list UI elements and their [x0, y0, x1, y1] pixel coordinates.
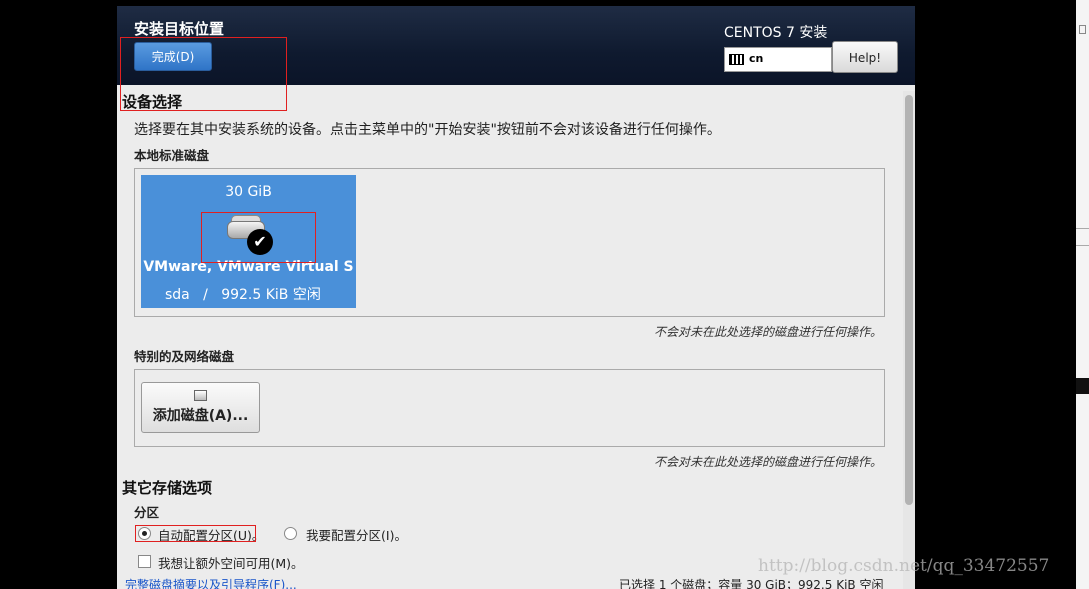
watermark-text: http://blog.csdn.net/qq_33472557: [758, 556, 1050, 576]
product-title: CENTOS 7 安装: [724, 25, 828, 41]
disk-device: sda: [165, 287, 190, 303]
window-edge-icon: [1079, 25, 1086, 34]
disk-free-info: sda / 992.5 KiB 空闲: [165, 284, 321, 304]
vertical-scrollbar[interactable]: [903, 91, 915, 589]
keyboard-layout-indicator[interactable]: cn: [724, 47, 832, 72]
local-disks-title: 本地标准磁盘: [134, 148, 210, 163]
scrollbar-thumb[interactable]: [905, 95, 913, 505]
section-title-other-storage: 其它存储选项: [122, 479, 213, 497]
add-disk-icon: [194, 390, 207, 401]
keyboard-layout-label: cn: [749, 52, 764, 65]
window-edge-marker: [1076, 378, 1089, 394]
installation-destination-window: 安装目标位置 完成(D) CENTOS 7 安装 cn Help! 设备选择 选…: [117, 6, 915, 589]
disk-size: 30 GiB: [225, 184, 272, 200]
extra-space-checkbox[interactable]: [138, 555, 151, 568]
section-title-device-selection: 设备选择: [122, 93, 183, 111]
radio-manual-partition-label[interactable]: 我要配置分区(I)。: [306, 525, 407, 544]
special-disks-note: 不会对未在此处选择的磁盘进行任何操作。: [653, 455, 882, 469]
page-title: 安装目标位置: [134, 20, 225, 38]
partition-title: 分区: [134, 505, 160, 520]
add-disk-label: 添加磁盘(A)...: [152, 408, 249, 424]
selection-summary: 已选择 1 个磁盘；容量 30 GiB；992.5 KiB 空闲: [619, 578, 884, 589]
disk-free: 992.5 KiB 空闲: [221, 287, 321, 303]
highlight-box-partition: [135, 525, 256, 542]
highlight-box-disk: [201, 212, 316, 263]
device-selection-description: 选择要在其中安装系统的设备。点击主菜单中的"开始安装"按钮前不会对该设备进行任何…: [134, 122, 721, 138]
local-disks-note: 不会对未在此处选择的磁盘进行任何操作。: [653, 325, 882, 339]
radio-manual-partition[interactable]: [284, 527, 297, 540]
window-edge-divider: [1076, 228, 1089, 246]
keyboard-icon: [729, 54, 744, 65]
special-disks-title: 特别的及网络磁盘: [134, 349, 235, 364]
help-button[interactable]: Help!: [832, 41, 898, 73]
add-disk-button[interactable]: 添加磁盘(A)...: [141, 382, 260, 433]
right-window-edge: [1076, 0, 1089, 589]
disk-separator: /: [203, 287, 208, 303]
disk-summary-link[interactable]: 完整磁盘摘要以及引导程序(F)...: [125, 576, 297, 589]
extra-space-checkbox-label[interactable]: 我想让额外空间可用(M)。: [158, 553, 304, 572]
